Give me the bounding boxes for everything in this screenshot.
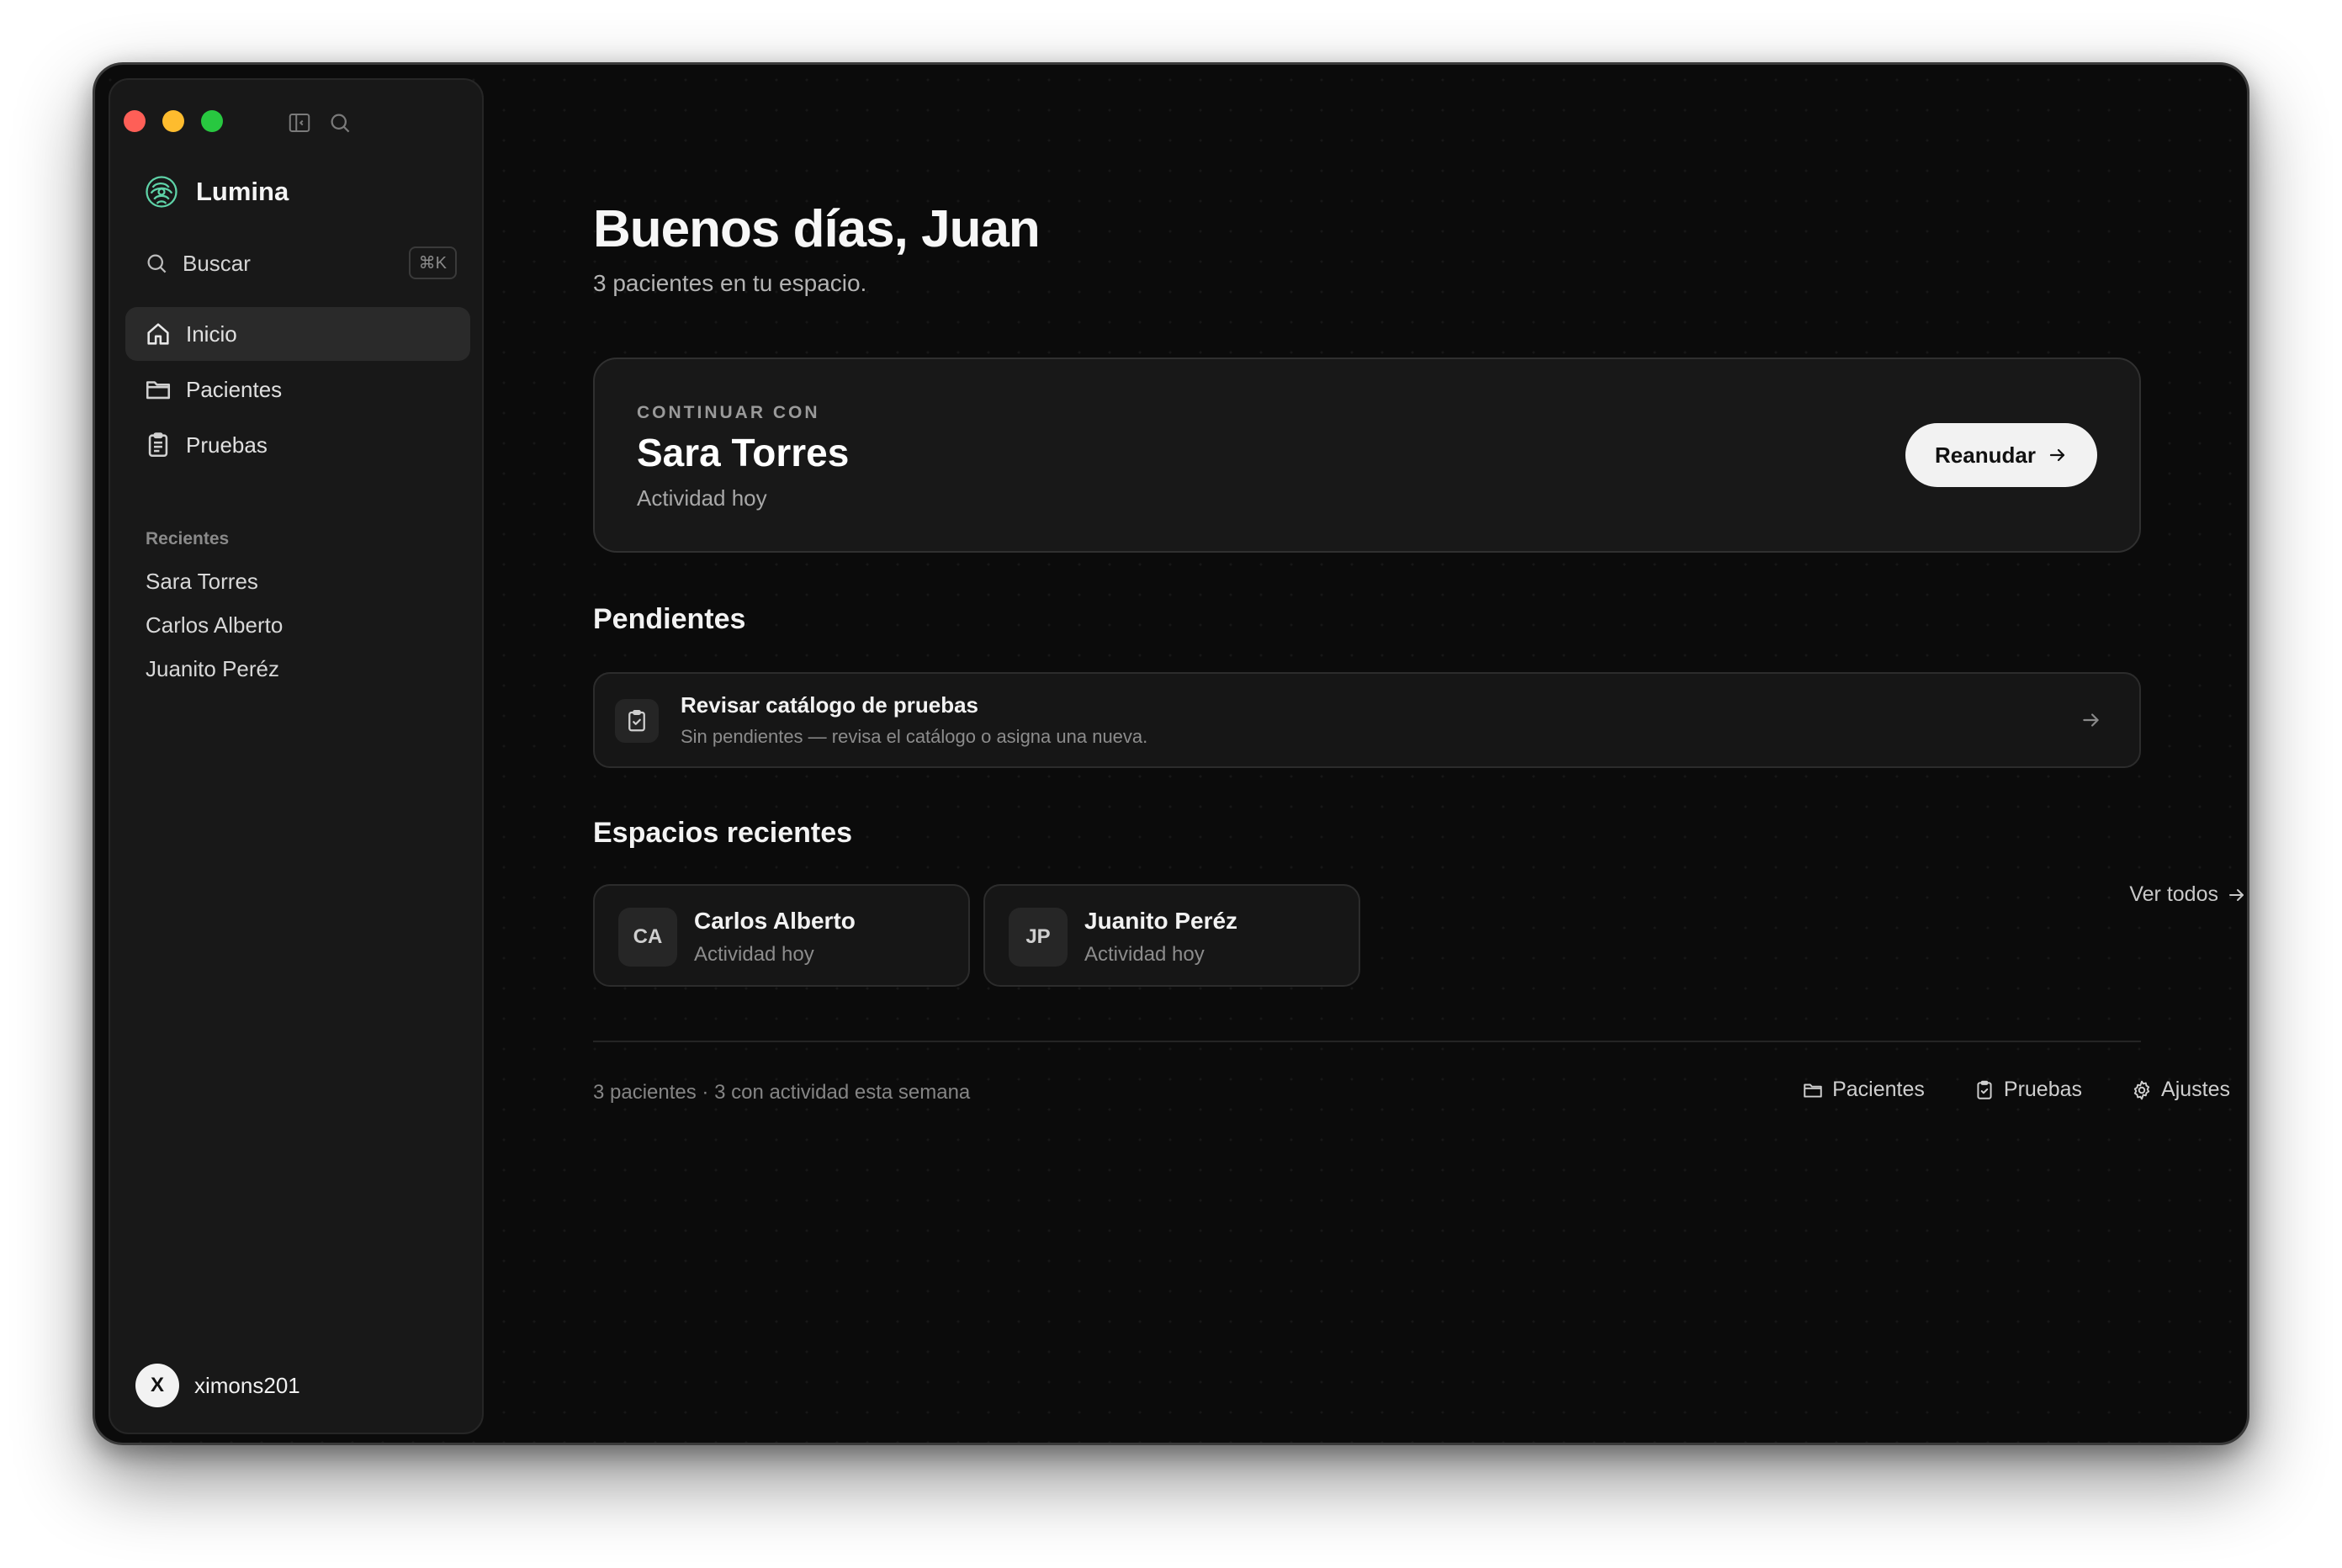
space-name: Carlos Alberto [694, 908, 856, 934]
folder-icon [146, 381, 171, 400]
arrow-right-icon [2229, 888, 2244, 901]
footer-link-pacientes[interactable]: Pacientes [1802, 1078, 1925, 1102]
search-label: Buscar [183, 250, 251, 276]
sidebar-item-label: Inicio [186, 320, 237, 347]
folder-icon [1804, 1083, 1822, 1098]
search-icon [147, 254, 167, 273]
brand-name: Lumina [196, 177, 289, 206]
page-title: Buenos días, Juan [593, 200, 1041, 258]
footer-link-ajustes[interactable]: Ajustes [2131, 1078, 2230, 1102]
footer-link-label: Ajustes [2161, 1078, 2230, 1101]
sidebar-item-inicio[interactable]: Inicio [125, 307, 470, 361]
close-window-button[interactable] [124, 110, 146, 132]
sidebar: Lumina Buscar ⌘K Inicio Pacientes Prueba… [109, 78, 484, 1434]
clipboard-check-icon [1977, 1080, 1992, 1099]
continue-patient-name: Sara Torres [637, 431, 850, 474]
continue-card[interactable]: CONTINUAR CON Sara Torres Actividad hoy … [593, 358, 2141, 553]
footer-link-label: Pacientes [1832, 1078, 1925, 1101]
continue-kicker: CONTINUAR CON [637, 403, 820, 422]
pending-arrow [2080, 709, 2102, 735]
recent-item-carlos-alberto[interactable]: Carlos Alberto [146, 603, 283, 647]
page-subtitle: 3 pacientes en tu espacio. [593, 270, 867, 296]
recent-list: Sara Torres Carlos Alberto Juanito Peréz [146, 559, 283, 691]
clipboard-check-icon [628, 710, 645, 732]
space-activity: Actividad hoy [694, 943, 814, 966]
footer-link-label: Pruebas [2003, 1078, 2083, 1101]
sidebar-toggle-icon[interactable] [287, 110, 312, 135]
pending-item-title: Revisar catálogo de pruebas [681, 692, 979, 718]
pending-icon-wrap [615, 699, 659, 743]
sidebar-nav: Inicio Pacientes Pruebas [125, 307, 470, 474]
gear-icon [2133, 1080, 2150, 1099]
resume-button[interactable]: Reanudar [1905, 423, 2097, 487]
see-all-label: Ver todos [2129, 882, 2218, 906]
main-content: Buenos días, Juan 3 pacientes en tu espa… [593, 65, 2247, 1443]
avatar: X [135, 1364, 179, 1407]
sidebar-item-pruebas[interactable]: Pruebas [125, 418, 470, 472]
avatar: CA [618, 908, 677, 967]
username: ximons201 [194, 1372, 300, 1398]
pending-item-subtitle: Sin pendientes — revisa el catálogo o as… [681, 726, 1148, 747]
arrow-right-icon [2083, 713, 2099, 727]
home-icon [147, 323, 169, 345]
recent-item-juanito-perez[interactable]: Juanito Peréz [146, 647, 283, 691]
user-profile[interactable]: X ximons201 [135, 1364, 300, 1407]
space-card-carlos-alberto[interactable]: CA Carlos Alberto Actividad hoy [593, 884, 970, 987]
minimize-window-button[interactable] [162, 110, 184, 132]
sidebar-item-label: Pruebas [186, 432, 268, 458]
space-card-juanito-perez[interactable]: JP Juanito Peréz Actividad hoy [983, 884, 1360, 987]
resume-button-label: Reanudar [1935, 442, 2036, 468]
clipboard-icon [148, 432, 168, 458]
sidebar-search[interactable]: Buscar ⌘K [144, 245, 457, 282]
recent-section-title: Recientes [146, 529, 230, 548]
space-name: Juanito Peréz [1084, 908, 1238, 934]
recent-item-sara-torres[interactable]: Sara Torres [146, 559, 283, 603]
spaces-section-title: Espacios recientes [593, 817, 853, 849]
arrow-right-icon [2049, 448, 2065, 462]
sidebar-item-label: Pacientes [186, 376, 283, 402]
search-shortcut-badge: ⌘K [408, 246, 457, 279]
lumina-logo-icon [144, 174, 179, 209]
pending-section-title: Pendientes [593, 603, 746, 635]
footer-link-pruebas[interactable]: Pruebas [1974, 1078, 2082, 1102]
sidebar-item-pacientes[interactable]: Pacientes [125, 363, 470, 416]
footer-stats: 3 pacientes · 3 con actividad esta seman… [593, 1081, 971, 1104]
sidebar-toolbar [287, 110, 352, 135]
app-window: Lumina Buscar ⌘K Inicio Pacientes Prueba… [93, 62, 2249, 1445]
maximize-window-button[interactable] [201, 110, 223, 132]
avatar: JP [1009, 908, 1068, 967]
search-icon[interactable] [327, 110, 352, 135]
pending-item[interactable]: Revisar catálogo de pruebas Sin pendient… [593, 672, 2141, 768]
footer-links: Pacientes Pruebas Ajustes [1802, 1078, 2230, 1102]
footer-divider [593, 1041, 2141, 1042]
window-controls [124, 110, 223, 132]
continue-activity: Actividad hoy [637, 485, 767, 511]
brand[interactable]: Lumina [144, 174, 289, 209]
see-all-link[interactable]: Ver todos [2129, 882, 2247, 907]
space-activity: Actividad hoy [1084, 943, 1205, 966]
